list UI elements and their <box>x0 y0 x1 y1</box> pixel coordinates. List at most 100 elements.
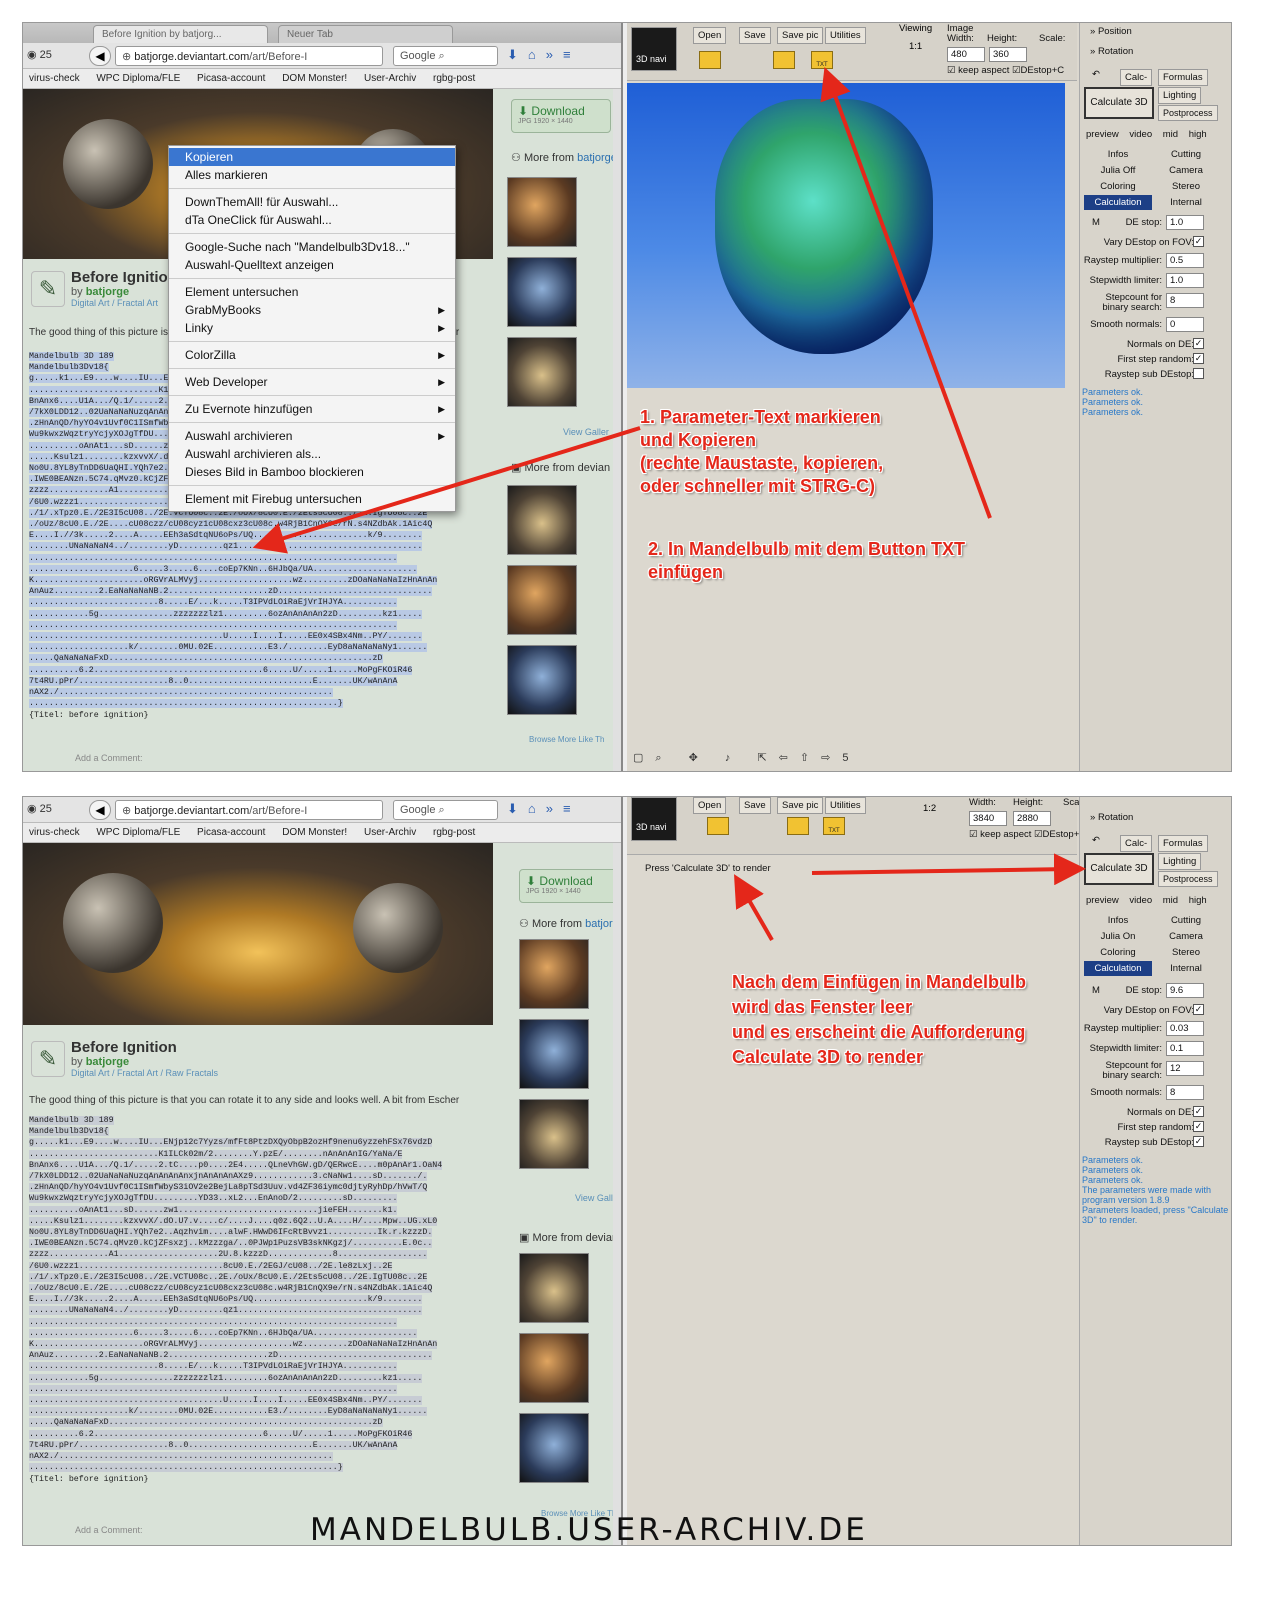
search-box[interactable]: Google ⌕ <box>393 46 498 66</box>
page-scrollbar[interactable] <box>613 843 621 1545</box>
undo-icon[interactable]: ↶ <box>1092 835 1100 846</box>
tab-internal[interactable]: Internal <box>1152 961 1220 976</box>
parameter-line[interactable]: ..........oAnAt1...sD......zw1..........… <box>29 1205 484 1216</box>
save-button[interactable]: Save <box>739 27 771 44</box>
formulas-button[interactable]: Formulas <box>1158 69 1208 86</box>
vary-destop-checkbox[interactable]: ✓ <box>1193 236 1204 247</box>
parameter-line[interactable]: .....QaNaNaNaFxD........................… <box>29 653 484 664</box>
tab-stereo[interactable]: Stereo <box>1152 945 1220 960</box>
menu-item-firebug[interactable]: Element mit Firebug untersuchen <box>169 490 455 508</box>
stepcount-input[interactable]: 8 <box>1166 293 1204 308</box>
viewing-value[interactable]: 1:1 <box>909 41 922 52</box>
postprocess-button[interactable]: Postprocess <box>1158 871 1218 887</box>
bookmark-virus-check[interactable]: virus-check <box>29 827 80 838</box>
first-step-checkbox[interactable]: ✓ <box>1193 353 1204 364</box>
bookmark-picasa[interactable]: Picasa-account <box>197 73 265 84</box>
viewing-value[interactable]: 1:2 <box>923 803 936 814</box>
menu-item-archive-selection-as[interactable]: Auswahl archivieren als... <box>169 445 455 463</box>
rotation-section[interactable]: » Rotation <box>1084 809 1228 827</box>
postprocess-button[interactable]: Postprocess <box>1158 105 1218 121</box>
tab-new[interactable]: Neuer Tab <box>278 25 453 43</box>
parameter-line[interactable]: AnAuz.........2.EaNaNaNaNB.2............… <box>29 586 484 597</box>
toolbar-icons[interactable]: ⬇⌂»≡ <box>507 47 581 63</box>
save-pic-button[interactable]: Save pic <box>777 27 824 44</box>
parameter-line[interactable]: .....Ksulz1........kzxvvX/.dO.U7.v....c/… <box>29 1216 484 1227</box>
parameter-line[interactable]: ..........................8.....E/...k..… <box>29 1361 484 1372</box>
save-pic-button[interactable]: Save pic <box>777 797 824 814</box>
author-link[interactable]: batjorge <box>86 286 129 298</box>
parameter-line[interactable]: ........................................… <box>29 620 484 631</box>
search-icon[interactable]: ⌕ <box>439 50 445 62</box>
render-canvas[interactable] <box>627 83 1065 388</box>
category-path[interactable]: Digital Art / Fractal Art / Raw Fractals <box>71 1068 491 1078</box>
tab-cutting[interactable]: Cutting <box>1152 147 1220 162</box>
thumbnail[interactable] <box>507 645 577 715</box>
tab-calculation[interactable]: Calculation <box>1084 195 1152 210</box>
parameter-line[interactable]: /7kX0LDD12..02UaNaNaNuzqAnAnAnAnxjnAnAnA… <box>29 1171 484 1182</box>
thumbnail[interactable] <box>519 1333 589 1403</box>
tab-coloring[interactable]: Coloring <box>1084 945 1152 960</box>
tab-julia[interactable]: Julia On <box>1084 929 1152 944</box>
parameter-line[interactable]: nAX2./..................................… <box>29 687 484 698</box>
page-scrollbar[interactable] <box>613 89 621 771</box>
raystep-sub-checkbox[interactable]: ✓ <box>1193 1136 1204 1147</box>
menu-item-copy[interactable]: Kopieren <box>169 148 455 166</box>
parameter-line[interactable]: ..........................8.....E/...k..… <box>29 597 484 608</box>
toolbar-icons[interactable]: ⬇⌂»≡ <box>507 801 581 817</box>
parameter-line[interactable]: .....................6.....3.....6....co… <box>29 564 484 575</box>
search-box[interactable]: Google ⌕ <box>393 800 498 820</box>
add-comment-label[interactable]: Add a Comment: <box>75 1525 143 1535</box>
open-button[interactable]: Open <box>693 797 727 814</box>
open-folder-icon[interactable] <box>707 817 729 835</box>
thumbnail[interactable] <box>507 337 577 407</box>
3d-navi-button[interactable]: 3D navi <box>631 797 677 841</box>
height-input[interactable]: 2880 <box>1013 811 1051 826</box>
parameter-line[interactable]: nAX2./..................................… <box>29 1451 484 1462</box>
parameter-line[interactable]: ....................k/........0MU.02E...… <box>29 642 484 653</box>
height-input[interactable]: 360 <box>989 47 1027 62</box>
parameter-line[interactable]: .......................................U… <box>29 1395 484 1406</box>
width-input[interactable]: 480 <box>947 47 985 62</box>
menu-item-grabmybooks[interactable]: GrabMyBooks ▶ <box>169 301 455 319</box>
stepwidth-input[interactable]: 0.1 <box>1166 1041 1204 1056</box>
vary-destop-checkbox[interactable]: ✓ <box>1193 1004 1204 1015</box>
rotation-section[interactable]: » Rotation <box>1084 43 1228 61</box>
bookmark-wpc[interactable]: WPC Diploma/FLE <box>96 827 180 838</box>
parameter-line[interactable]: 7t4RU.pPr/..................8..0........… <box>29 1440 484 1451</box>
parameter-line[interactable]: E....I.//3k.....2....A.....EEh3aSdtqNU6o… <box>29 530 484 541</box>
browse-more-link[interactable]: Browse More Like Th <box>529 735 604 744</box>
url-bar[interactable]: ⊕ batjorge.deviantart.com/art/Before-I <box>115 46 383 66</box>
parameter-line[interactable]: E....I.//3k.....2....A.....EEh3aSdtqNU6o… <box>29 1294 484 1305</box>
download-button[interactable]: ⬇ Download JPG 1920 × 1440 <box>519 869 619 903</box>
thumbnail[interactable] <box>507 485 577 555</box>
menu-item-google-search[interactable]: Google-Suche nach "Mandelbulb3Dv18..." <box>169 238 455 256</box>
save-folder-icon[interactable] <box>773 51 795 69</box>
first-step-checkbox[interactable]: ✓ <box>1193 1121 1204 1132</box>
back-button[interactable]: ◀ <box>89 800 111 820</box>
bookmark-user-archiv[interactable]: User-Archiv <box>364 827 416 838</box>
lighting-button[interactable]: Lighting <box>1158 853 1202 870</box>
open-folder-icon[interactable] <box>699 51 721 69</box>
thumbnail[interactable] <box>507 565 577 635</box>
search-icon[interactable]: ⌕ <box>439 804 445 816</box>
parameter-line[interactable]: .IWE0BEANzn.5C74.qMvz0.kCjZFsxzj..kMzzzg… <box>29 1238 484 1249</box>
tab-stereo[interactable]: Stereo <box>1152 179 1220 194</box>
width-input[interactable]: 3840 <box>969 811 1007 826</box>
parameter-line[interactable]: ........................................… <box>29 1384 484 1395</box>
parameter-line[interactable]: Wu9kwxzWqztryYcjyXOJgTfDU.........YD33..… <box>29 1193 484 1204</box>
undo-icon[interactable]: ↶ <box>1092 69 1100 80</box>
parameter-line[interactable]: ./1/.xTpz0.E./2E3I5cU08../2E.VCTU08c..2E… <box>29 1272 484 1283</box>
menu-item-view-selection-source[interactable]: Auswahl-Quelltext anzeigen <box>169 256 455 274</box>
menu-item-select-all[interactable]: Alles markieren <box>169 166 455 184</box>
bookmark-wpc[interactable]: WPC Diploma/FLE <box>96 73 180 84</box>
de-stop-input[interactable]: 1.0 <box>1166 215 1204 230</box>
menu-item-evernote[interactable]: Zu Evernote hinzufügen ▶ <box>169 400 455 418</box>
stepwidth-input[interactable]: 1.0 <box>1166 273 1204 288</box>
parameter-line[interactable]: BnAnx6....U1A.../Q.1/.....2.tC....p0....… <box>29 1160 484 1171</box>
normals-de-checkbox[interactable]: ✓ <box>1193 1106 1204 1117</box>
position-section[interactable]: » Position <box>1084 23 1228 41</box>
rss-icon[interactable]: ◉ 25 <box>27 802 52 815</box>
parameter-line[interactable]: /6U0.wzzz1.............................8… <box>29 1261 484 1272</box>
bottom-toolbar[interactable]: ▢⌕ ✥ ♪ ⇱⇦⇧⇨5 <box>633 751 860 769</box>
tab-camera[interactable]: Camera <box>1152 929 1220 944</box>
